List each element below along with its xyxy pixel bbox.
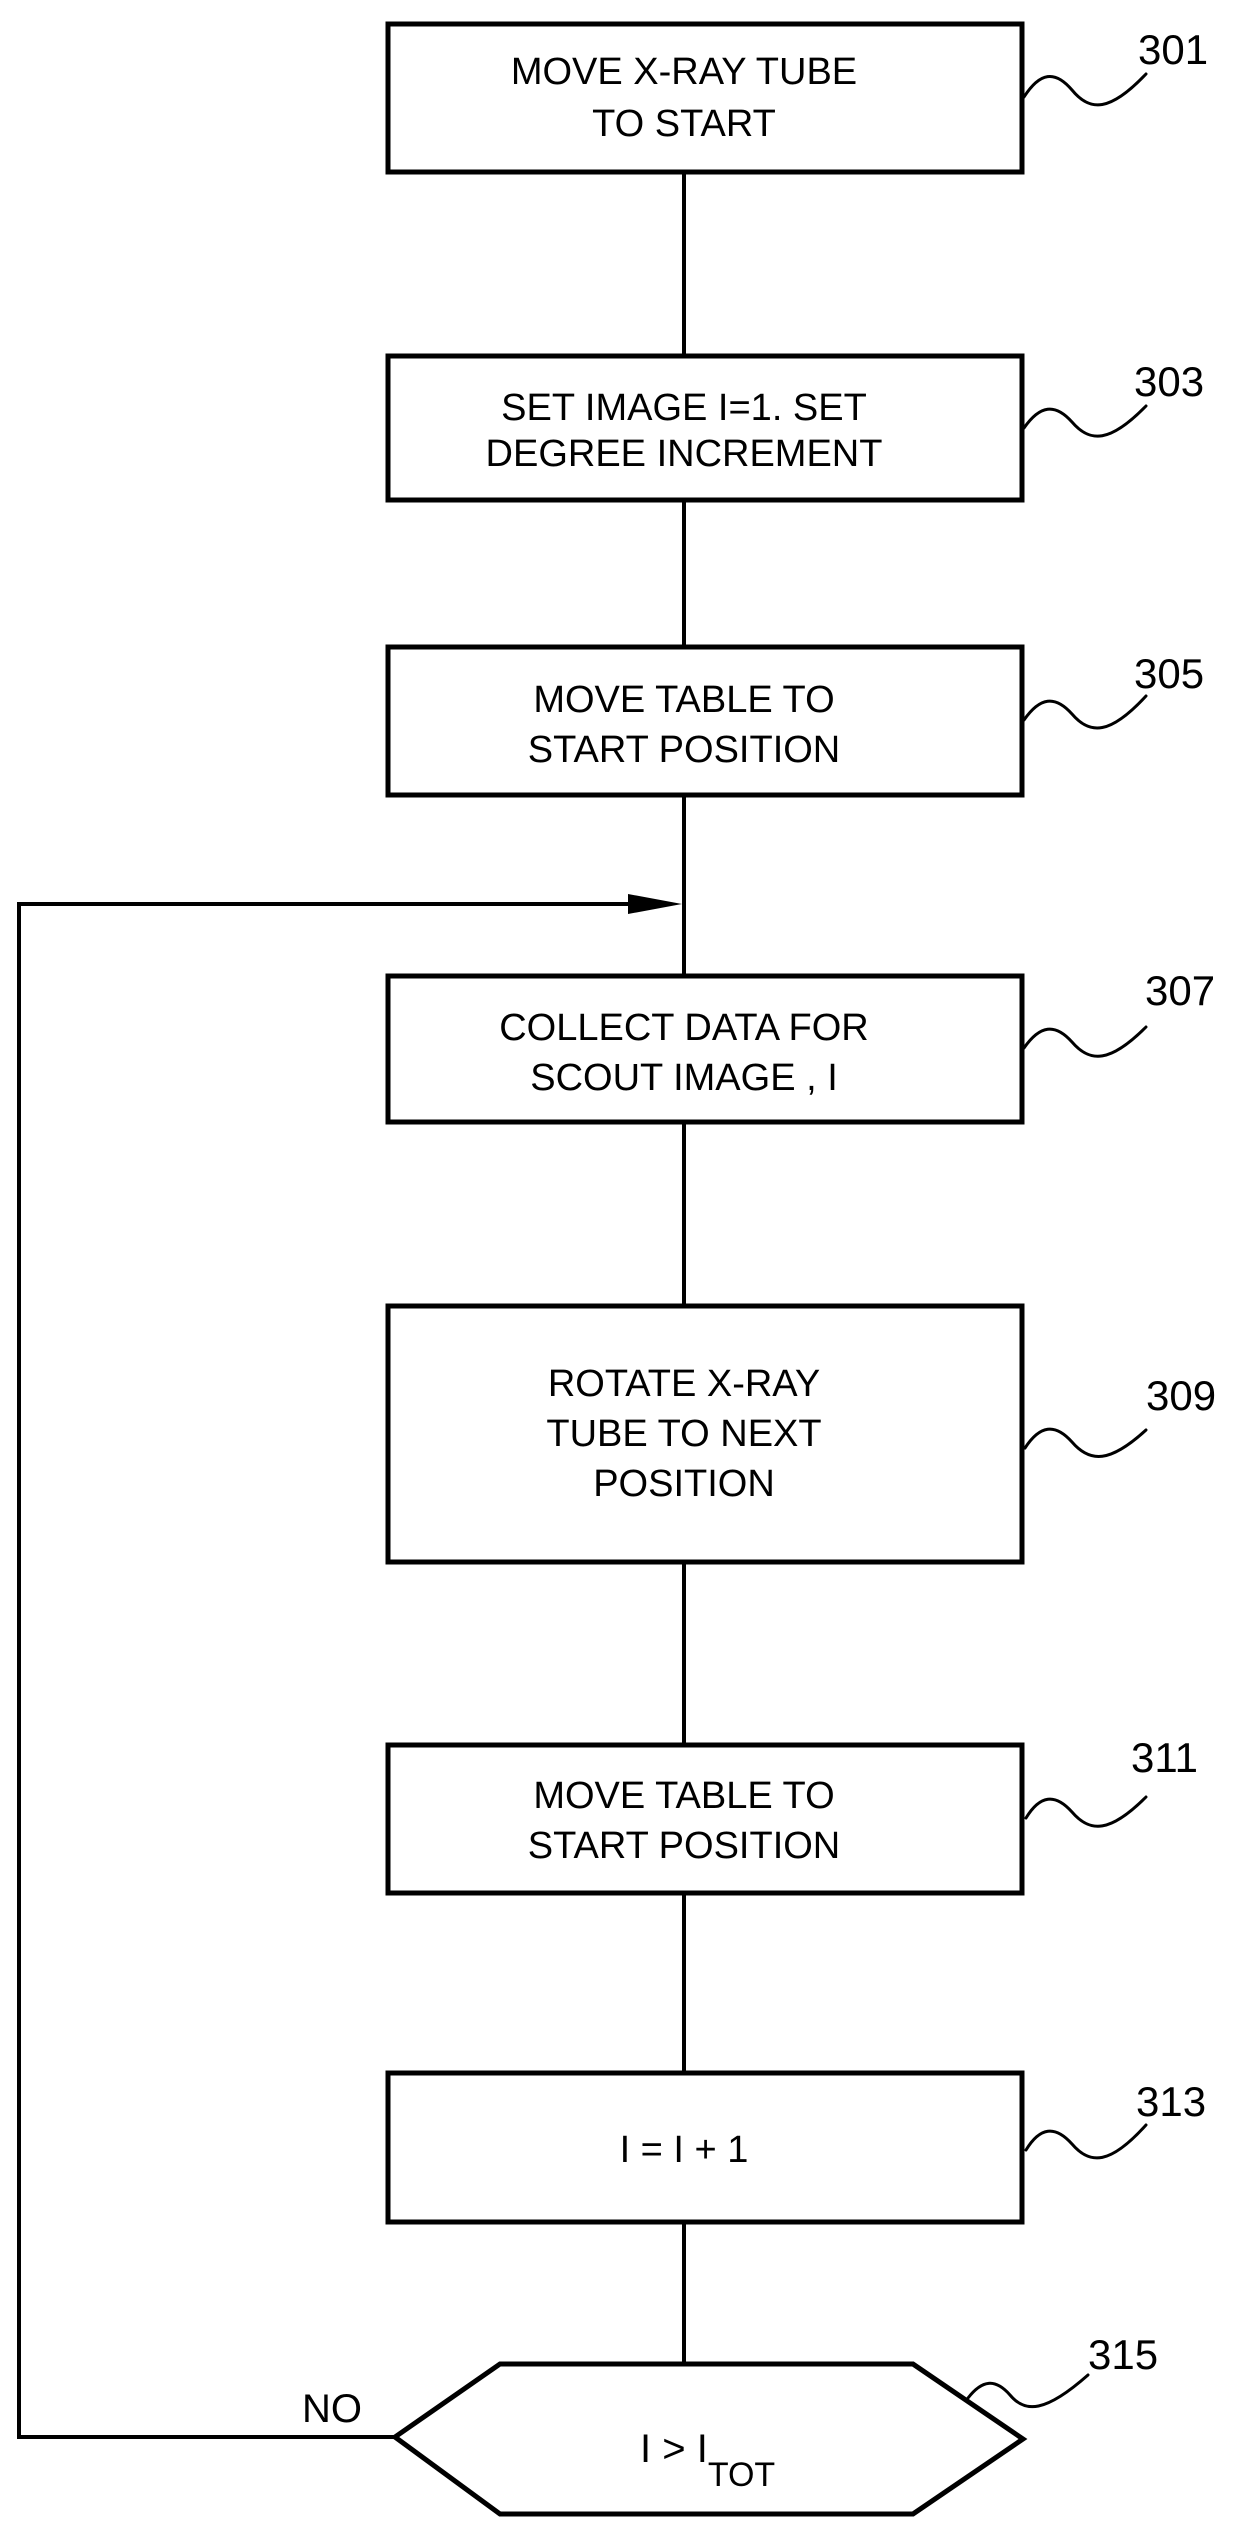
- step-text-line: START POSITION: [528, 1825, 841, 1867]
- step-text-line: TUBE TO NEXT: [546, 1413, 821, 1455]
- decision-315: I > ITOT 315 NO: [302, 2331, 1158, 2517]
- leader-line: [966, 2373, 1090, 2409]
- ref-label-307: 307: [1145, 967, 1215, 1014]
- step-305: MOVE TABLE TO START POSITION 305: [385, 644, 1204, 798]
- ref-label-313: 313: [1136, 2078, 1206, 2125]
- step-text-line: ROTATE X-RAY: [548, 1363, 820, 1405]
- ref-label-301: 301: [1138, 26, 1208, 73]
- step-text-line: DEGREE INCREMENT: [486, 433, 883, 475]
- step-307: COLLECT DATA FOR SCOUT IMAGE , I 307: [385, 967, 1215, 1125]
- ref-label-315: 315: [1088, 2331, 1158, 2378]
- leader-line: [1023, 1427, 1148, 1458]
- leader-line: [1024, 1795, 1148, 1828]
- leader-line: [1022, 72, 1148, 107]
- leader-line: [1022, 1025, 1148, 1058]
- step-text-line: START POSITION: [528, 729, 841, 771]
- step-301: MOVE X-RAY TUBE TO START 301: [385, 21, 1208, 175]
- step-309: ROTATE X-RAY TUBE TO NEXT POSITION 309: [385, 1303, 1216, 1565]
- leader-line: [1022, 694, 1148, 730]
- step-303: SET IMAGE I=1. SET DEGREE INCREMENT 303: [385, 353, 1204, 503]
- condition-subscript: TOT: [708, 2456, 775, 2494]
- step-text-line: MOVE TABLE TO: [533, 1775, 834, 1817]
- step-text-line: POSITION: [593, 1463, 775, 1505]
- step-text-line: COLLECT DATA FOR: [499, 1007, 869, 1049]
- step-text-line: MOVE TABLE TO: [533, 679, 834, 721]
- ref-label-309: 309: [1146, 1372, 1216, 1419]
- step-box: [385, 1742, 1025, 1896]
- step-box: [385, 21, 1025, 175]
- ref-label-311: 311: [1131, 1734, 1198, 1781]
- condition-main: I > I: [640, 2427, 708, 2471]
- no-branch-label: NO: [302, 2387, 362, 2431]
- leader-line: [1024, 2123, 1148, 2160]
- ref-label-305: 305: [1134, 650, 1204, 697]
- step-text-line: I = I + 1: [620, 2129, 749, 2171]
- step-text-line: MOVE X-RAY TUBE: [511, 51, 857, 93]
- ref-label-303: 303: [1134, 358, 1204, 405]
- flowchart: MOVE X-RAY TUBE TO START 301 SET IMAGE I…: [17, 21, 1216, 2517]
- step-text-line: SCOUT IMAGE , I: [530, 1057, 838, 1099]
- step-box: [385, 973, 1025, 1125]
- arrowhead-right-icon: [628, 894, 682, 914]
- step-box: [385, 644, 1025, 798]
- step-text-line: SET IMAGE I=1. SET: [501, 387, 867, 429]
- step-text-line: TO START: [592, 103, 776, 145]
- leader-line: [1022, 404, 1148, 438]
- step-313: I = I + 1 313: [385, 2070, 1206, 2225]
- step-311: MOVE TABLE TO START POSITION 311: [385, 1734, 1198, 1896]
